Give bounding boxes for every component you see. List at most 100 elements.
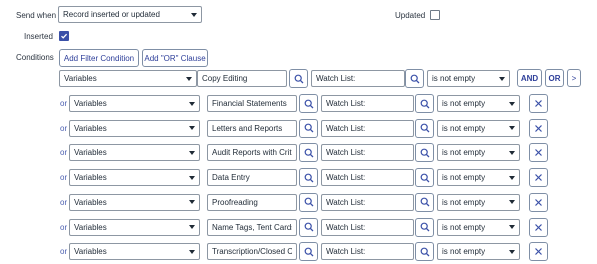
watch-list-search-button[interactable] <box>405 69 424 88</box>
or-prefix: or <box>60 197 68 207</box>
variable-field[interactable]: Data Entry <box>207 169 297 187</box>
watch-list-field[interactable]: Watch List: <box>321 144 414 162</box>
watch-list-value: Watch List: <box>326 222 366 232</box>
search-icon <box>420 197 430 207</box>
watch-list-field[interactable]: Watch List: <box>321 193 414 211</box>
chevron-down-icon <box>189 249 195 254</box>
add-filter-condition-button[interactable]: Add Filter Condition <box>59 49 139 67</box>
or-prefix: or <box>60 247 68 257</box>
chevron-down-icon <box>186 76 192 81</box>
operator-value: is not empty <box>442 148 486 158</box>
watch-list-field[interactable]: Watch List: <box>321 218 414 236</box>
operator-select[interactable]: is not empty <box>437 144 520 162</box>
remove-condition-button[interactable] <box>529 192 548 212</box>
field-select[interactable]: Variables <box>69 95 200 112</box>
search-icon <box>304 173 314 183</box>
watch-list-search-button[interactable] <box>415 242 434 262</box>
watch-list-search-button[interactable] <box>415 118 434 138</box>
variable-field[interactable]: Transcription/Closed Car <box>207 243 297 261</box>
send-when-select[interactable]: Record inserted or updated <box>58 6 202 23</box>
chevron-down-icon <box>189 200 195 205</box>
field-value: Variables <box>74 197 107 207</box>
field-select[interactable]: Variables <box>59 70 197 87</box>
field-select[interactable]: Variables <box>69 218 200 236</box>
variable-search-button[interactable] <box>299 192 318 212</box>
variable-search-button[interactable] <box>299 94 318 113</box>
search-icon <box>420 222 430 232</box>
variable-field[interactable]: Letters and Reports <box>207 119 297 137</box>
remove-condition-button[interactable] <box>529 94 548 113</box>
add-or-clause-button[interactable]: Add "OR" Clause <box>142 49 208 67</box>
field-value: Variables <box>74 247 107 257</box>
operator-select[interactable]: is not empty <box>437 218 520 236</box>
variable-search-button[interactable] <box>299 118 318 138</box>
remove-condition-button[interactable] <box>529 242 548 262</box>
variable-search-button[interactable] <box>299 242 318 262</box>
field-select[interactable]: Variables <box>69 169 200 187</box>
operator-select[interactable]: is not empty <box>437 95 520 112</box>
chevron-down-icon <box>189 225 195 229</box>
variable-search-button[interactable] <box>299 217 318 237</box>
send-when-value: Record inserted or updated <box>63 10 160 19</box>
field-select[interactable]: Variables <box>69 119 200 137</box>
or-button[interactable]: OR <box>545 69 564 87</box>
search-icon <box>304 99 314 109</box>
chevron-down-icon <box>509 101 515 106</box>
updated-checkbox[interactable] <box>430 10 440 20</box>
remove-condition-button[interactable] <box>529 168 548 188</box>
watch-list-search-button[interactable] <box>415 217 434 237</box>
inserted-checkbox[interactable] <box>59 31 69 41</box>
watch-list-field[interactable]: Watch List: <box>311 70 405 87</box>
watch-list-field[interactable]: Watch List: <box>321 243 414 261</box>
and-button[interactable]: AND <box>517 69 542 87</box>
variable-field[interactable]: Proofreading <box>207 193 297 211</box>
field-value: Variables <box>74 123 107 133</box>
chevron-down-icon <box>509 175 515 180</box>
variable-field[interactable]: Audit Reports with Critic <box>207 144 297 162</box>
watch-list-search-button[interactable] <box>415 143 434 163</box>
field-select[interactable]: Variables <box>69 144 200 162</box>
watch-list-search-button[interactable] <box>415 168 434 188</box>
operator-select[interactable]: is not empty <box>437 193 520 211</box>
close-icon <box>534 198 543 207</box>
or-prefix: or <box>60 222 68 232</box>
remove-condition-button[interactable] <box>529 217 548 237</box>
search-icon <box>304 247 314 257</box>
check-icon <box>61 33 68 39</box>
chevron-down-icon <box>189 175 195 180</box>
chevron-down-icon <box>509 225 515 229</box>
field-value: Variables <box>64 74 97 83</box>
variable-search-button[interactable] <box>299 143 318 163</box>
operator-select[interactable]: is not empty <box>427 70 510 87</box>
watch-list-field[interactable]: Watch List: <box>321 169 414 187</box>
chevron-down-icon <box>189 126 195 131</box>
variable-search-button[interactable] <box>289 69 308 88</box>
chevron-down-icon <box>499 76 505 81</box>
operator-select[interactable]: is not empty <box>437 243 520 261</box>
watch-list-search-button[interactable] <box>415 94 434 113</box>
field-select[interactable]: Variables <box>69 193 200 211</box>
field-value: Variables <box>74 173 107 183</box>
inserted-label: Inserted <box>24 32 53 41</box>
operator-value: is not empty <box>442 123 486 133</box>
watch-list-field[interactable]: Watch List: <box>321 119 414 137</box>
remove-condition-button[interactable] <box>529 118 548 138</box>
search-icon <box>294 74 304 84</box>
watch-list-search-button[interactable] <box>415 192 434 212</box>
variable-field[interactable]: Copy Editing <box>197 70 287 87</box>
field-select[interactable]: Variables <box>69 243 200 261</box>
remove-condition-button[interactable] <box>529 143 548 163</box>
operator-select[interactable]: is not empty <box>437 169 520 187</box>
operator-value: is not empty <box>442 99 486 108</box>
field-value: Variables <box>74 99 107 108</box>
operator-value: is not empty <box>432 74 476 83</box>
operator-select[interactable]: is not empty <box>437 119 520 137</box>
watch-list-value: Watch List: <box>326 173 366 183</box>
watch-list-field[interactable]: Watch List: <box>321 95 414 112</box>
variable-field[interactable]: Financial Statements <box>207 95 297 112</box>
more-button[interactable]: > <box>567 69 581 87</box>
variable-field[interactable]: Name Tags, Tent Cards ar <box>207 218 297 236</box>
variable-value: Data Entry <box>212 173 250 183</box>
close-icon <box>534 148 543 157</box>
variable-search-button[interactable] <box>299 168 318 188</box>
